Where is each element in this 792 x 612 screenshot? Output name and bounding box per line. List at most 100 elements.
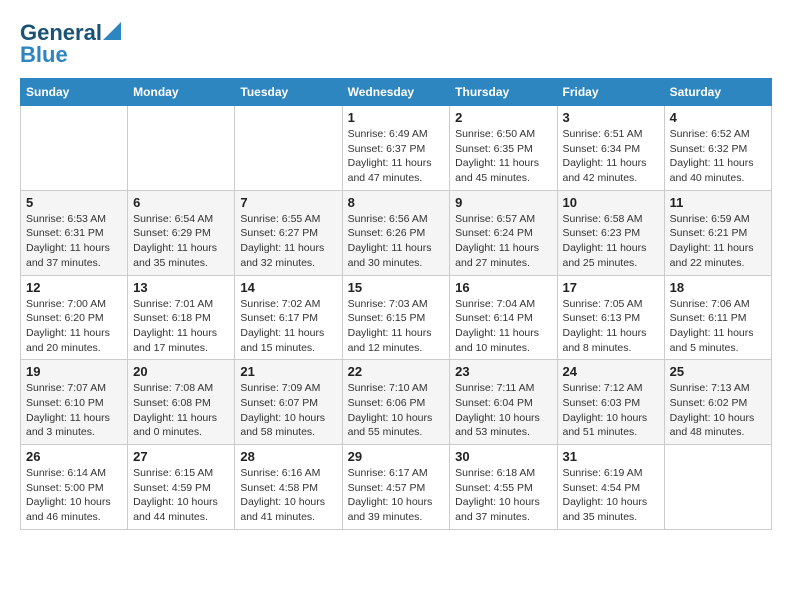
calendar-cell: 16 Sunrise: 7:04 AM Sunset: 6:14 PM Dayli… [450, 275, 557, 360]
day-info: Sunrise: 7:08 AM Sunset: 6:08 PM Dayligh… [133, 381, 229, 440]
page-header: General Blue [20, 20, 772, 68]
day-info: Sunrise: 6:59 AM Sunset: 6:21 PM Dayligh… [670, 212, 766, 271]
day-number: 4 [670, 110, 766, 125]
day-info: Sunrise: 6:14 AM Sunset: 5:00 PM Dayligh… [26, 466, 122, 525]
day-number: 29 [348, 449, 445, 464]
calendar-cell [128, 106, 235, 191]
day-number: 24 [563, 364, 659, 379]
calendar-cell: 18 Sunrise: 7:06 AM Sunset: 6:11 PM Dayli… [664, 275, 771, 360]
calendar-cell: 20 Sunrise: 7:08 AM Sunset: 6:08 PM Dayli… [128, 360, 235, 445]
calendar-cell: 9 Sunrise: 6:57 AM Sunset: 6:24 PM Daylig… [450, 190, 557, 275]
calendar-week-1: 5 Sunrise: 6:53 AM Sunset: 6:31 PM Daylig… [21, 190, 772, 275]
day-number: 12 [26, 280, 122, 295]
day-number: 18 [670, 280, 766, 295]
calendar-cell: 28Sunrise: 6:16 AM Sunset: 4:58 PM Dayli… [235, 445, 342, 530]
calendar-cell: 7 Sunrise: 6:55 AM Sunset: 6:27 PM Daylig… [235, 190, 342, 275]
day-number: 16 [455, 280, 551, 295]
day-info: Sunrise: 6:19 AM Sunset: 4:54 PM Dayligh… [563, 466, 659, 525]
day-info: Sunrise: 6:56 AM Sunset: 6:26 PM Dayligh… [348, 212, 445, 271]
day-number: 3 [563, 110, 659, 125]
day-number: 15 [348, 280, 445, 295]
day-info: Sunrise: 6:49 AM Sunset: 6:37 PM Dayligh… [348, 127, 445, 186]
day-info: Sunrise: 6:17 AM Sunset: 4:57 PM Dayligh… [348, 466, 445, 525]
day-number: 30 [455, 449, 551, 464]
calendar-cell: 24Sunrise: 7:12 AM Sunset: 6:03 PM Dayli… [557, 360, 664, 445]
day-number: 19 [26, 364, 122, 379]
day-number: 14 [240, 280, 336, 295]
calendar-cell: 23Sunrise: 7:11 AM Sunset: 6:04 PM Dayli… [450, 360, 557, 445]
logo-arrow-icon [103, 22, 121, 40]
day-info: Sunrise: 7:01 AM Sunset: 6:18 PM Dayligh… [133, 297, 229, 356]
calendar-week-0: 1Sunrise: 6:49 AM Sunset: 6:37 PM Daylig… [21, 106, 772, 191]
weekday-header-row: SundayMondayTuesdayWednesdayThursdayFrid… [21, 79, 772, 106]
calendar-cell [664, 445, 771, 530]
day-info: Sunrise: 6:15 AM Sunset: 4:59 PM Dayligh… [133, 466, 229, 525]
calendar-cell: 22 Sunrise: 7:10 AM Sunset: 6:06 PM Dayli… [342, 360, 450, 445]
day-number: 23 [455, 364, 551, 379]
day-info: Sunrise: 6:58 AM Sunset: 6:23 PM Dayligh… [563, 212, 659, 271]
day-number: 5 [26, 195, 122, 210]
day-number: 26 [26, 449, 122, 464]
calendar-cell: 1Sunrise: 6:49 AM Sunset: 6:37 PM Daylig… [342, 106, 450, 191]
calendar-cell: 31Sunrise: 6:19 AM Sunset: 4:54 PM Dayli… [557, 445, 664, 530]
calendar-cell: 27Sunrise: 6:15 AM Sunset: 4:59 PM Dayli… [128, 445, 235, 530]
day-info: Sunrise: 7:00 AM Sunset: 6:20 PM Dayligh… [26, 297, 122, 356]
day-number: 11 [670, 195, 766, 210]
calendar-cell: 10 Sunrise: 6:58 AM Sunset: 6:23 PM Dayli… [557, 190, 664, 275]
calendar-cell: 5 Sunrise: 6:53 AM Sunset: 6:31 PM Daylig… [21, 190, 128, 275]
day-number: 6 [133, 195, 229, 210]
day-info: Sunrise: 7:06 AM Sunset: 6:11 PM Dayligh… [670, 297, 766, 356]
day-info: Sunrise: 7:10 AM Sunset: 6:06 PM Dayligh… [348, 381, 445, 440]
day-number: 20 [133, 364, 229, 379]
day-number: 25 [670, 364, 766, 379]
day-number: 22 [348, 364, 445, 379]
calendar-cell: 12 Sunrise: 7:00 AM Sunset: 6:20 PM Dayli… [21, 275, 128, 360]
day-info: Sunrise: 7:05 AM Sunset: 6:13 PM Dayligh… [563, 297, 659, 356]
day-number: 7 [240, 195, 336, 210]
calendar-cell: 13 Sunrise: 7:01 AM Sunset: 6:18 PM Dayli… [128, 275, 235, 360]
calendar-cell: 19 Sunrise: 7:07 AM Sunset: 6:10 PM Dayli… [21, 360, 128, 445]
day-number: 2 [455, 110, 551, 125]
day-number: 10 [563, 195, 659, 210]
calendar-cell: 30 Sunrise: 6:18 AM Sunset: 4:55 PM Dayli… [450, 445, 557, 530]
calendar-cell: 21Sunrise: 7:09 AM Sunset: 6:07 PM Dayli… [235, 360, 342, 445]
calendar-cell: 15 Sunrise: 7:03 AM Sunset: 6:15 PM Dayli… [342, 275, 450, 360]
calendar-cell: 14 Sunrise: 7:02 AM Sunset: 6:17 PM Dayli… [235, 275, 342, 360]
calendar-cell: 2 Sunrise: 6:50 AM Sunset: 6:35 PM Daylig… [450, 106, 557, 191]
calendar-cell: 26 Sunrise: 6:14 AM Sunset: 5:00 PM Dayli… [21, 445, 128, 530]
logo-blue: Blue [20, 42, 68, 68]
weekday-header-friday: Friday [557, 79, 664, 106]
day-info: Sunrise: 7:04 AM Sunset: 6:14 PM Dayligh… [455, 297, 551, 356]
weekday-header-wednesday: Wednesday [342, 79, 450, 106]
day-info: Sunrise: 6:55 AM Sunset: 6:27 PM Dayligh… [240, 212, 336, 271]
day-info: Sunrise: 6:53 AM Sunset: 6:31 PM Dayligh… [26, 212, 122, 271]
logo: General Blue [20, 20, 121, 68]
weekday-header-sunday: Sunday [21, 79, 128, 106]
day-info: Sunrise: 7:03 AM Sunset: 6:15 PM Dayligh… [348, 297, 445, 356]
calendar-cell: 11 Sunrise: 6:59 AM Sunset: 6:21 PM Dayli… [664, 190, 771, 275]
day-number: 9 [455, 195, 551, 210]
day-number: 13 [133, 280, 229, 295]
calendar-cell: 6 Sunrise: 6:54 AM Sunset: 6:29 PM Daylig… [128, 190, 235, 275]
weekday-header-tuesday: Tuesday [235, 79, 342, 106]
calendar-week-4: 26 Sunrise: 6:14 AM Sunset: 5:00 PM Dayli… [21, 445, 772, 530]
day-info: Sunrise: 6:57 AM Sunset: 6:24 PM Dayligh… [455, 212, 551, 271]
calendar-table: SundayMondayTuesdayWednesdayThursdayFrid… [20, 78, 772, 530]
day-number: 28 [240, 449, 336, 464]
weekday-header-thursday: Thursday [450, 79, 557, 106]
day-info: Sunrise: 7:07 AM Sunset: 6:10 PM Dayligh… [26, 381, 122, 440]
calendar-cell: 4Sunrise: 6:52 AM Sunset: 6:32 PM Daylig… [664, 106, 771, 191]
calendar-week-3: 19 Sunrise: 7:07 AM Sunset: 6:10 PM Dayli… [21, 360, 772, 445]
day-info: Sunrise: 6:18 AM Sunset: 4:55 PM Dayligh… [455, 466, 551, 525]
day-info: Sunrise: 7:13 AM Sunset: 6:02 PM Dayligh… [670, 381, 766, 440]
calendar-cell: 17 Sunrise: 7:05 AM Sunset: 6:13 PM Dayli… [557, 275, 664, 360]
weekday-header-monday: Monday [128, 79, 235, 106]
calendar-cell: 25 Sunrise: 7:13 AM Sunset: 6:02 PM Dayli… [664, 360, 771, 445]
day-info: Sunrise: 6:50 AM Sunset: 6:35 PM Dayligh… [455, 127, 551, 186]
day-info: Sunrise: 7:02 AM Sunset: 6:17 PM Dayligh… [240, 297, 336, 356]
day-info: Sunrise: 6:54 AM Sunset: 6:29 PM Dayligh… [133, 212, 229, 271]
weekday-header-saturday: Saturday [664, 79, 771, 106]
day-number: 21 [240, 364, 336, 379]
day-number: 8 [348, 195, 445, 210]
day-number: 17 [563, 280, 659, 295]
